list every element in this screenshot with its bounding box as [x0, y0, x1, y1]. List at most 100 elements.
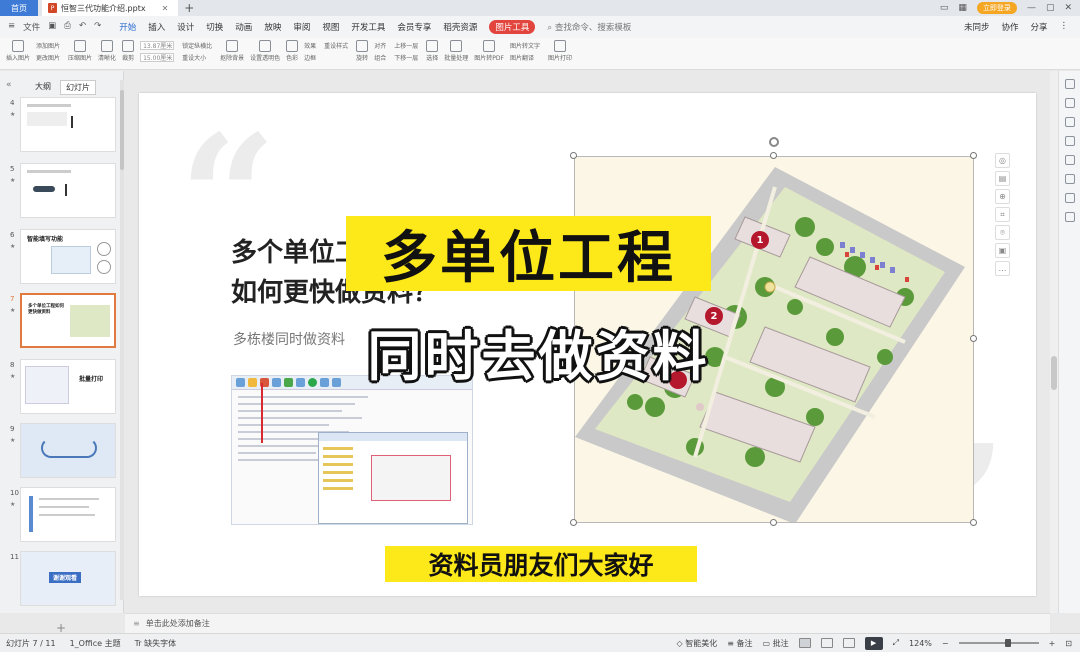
zoom-slider[interactable] [958, 639, 1039, 647]
beautify-button[interactable]: ◇ 智能美化 [677, 638, 718, 649]
slide-thumb-10[interactable]: 10 ★ [6, 487, 118, 545]
grid-icon[interactable]: ▦ [958, 3, 967, 13]
zoom-picture-icon[interactable]: ⊕ [995, 189, 1010, 204]
more-options-icon[interactable]: … [995, 261, 1010, 276]
resize-handle[interactable] [970, 519, 977, 526]
tab-insert[interactable]: 插入 [148, 21, 165, 33]
zoom-level[interactable]: 124% [909, 639, 932, 648]
new-tab-icon[interactable]: + [184, 1, 194, 15]
resize-handle[interactable] [770, 519, 777, 526]
collab-button[interactable]: 协作 [1001, 21, 1018, 33]
group-button[interactable]: 组合 [374, 53, 386, 62]
transition-icon[interactable] [1064, 155, 1075, 165]
resize-handle[interactable] [970, 335, 977, 342]
slide-thumb-11[interactable]: 11 谢谢观看 [6, 551, 118, 609]
current-slide[interactable]: “ ” 多个单位工程 如何更快做资料？ 多栋楼同时做资料 [139, 93, 1036, 596]
picture-translate-button[interactable]: 图片翻译 [510, 53, 540, 62]
send-backward-button[interactable]: 下移一层 [394, 53, 418, 62]
collapse-panel-icon[interactable]: « [6, 80, 12, 90]
panel-scrollbar[interactable] [120, 80, 124, 600]
rotate-handle-icon[interactable] [769, 137, 779, 147]
reset-style-button[interactable]: 重设样式 [324, 41, 348, 50]
menu-icon[interactable]: ≡ [8, 21, 15, 33]
reset-size-button[interactable]: 重设大小 [182, 53, 212, 62]
image-icon[interactable]: ▣ [995, 243, 1010, 258]
software-screenshot[interactable] [231, 375, 473, 525]
tab-developer[interactable]: 开发工具 [351, 21, 385, 33]
slide-thumb-4[interactable]: 4 ★ [6, 97, 118, 155]
settings-icon[interactable] [1064, 212, 1075, 222]
layout-options-icon[interactable]: ◎ [995, 153, 1010, 168]
home-tab[interactable]: 首页 [0, 0, 38, 16]
sync-button[interactable]: 未同步 [964, 21, 990, 33]
missing-font-button[interactable]: Tr 缺失字体 [135, 638, 177, 649]
notes-grip-icon[interactable]: ≡ [133, 619, 140, 628]
close-window-icon[interactable]: ✕ [1064, 3, 1072, 13]
select-icon[interactable] [1064, 79, 1075, 89]
insert-picture-button[interactable]: 插入图片 [6, 40, 30, 62]
tab-animation[interactable]: 动画 [235, 21, 252, 33]
save-icon[interactable]: ▣ [48, 21, 56, 33]
animation-pane-icon[interactable] [1064, 136, 1075, 146]
location-icon[interactable]: ⌾ [995, 225, 1010, 240]
shape-icon[interactable] [1064, 174, 1075, 184]
slide-thumb-7[interactable]: 7 ★ 多个单位工程如何更快做资料 [6, 293, 118, 351]
tab-member[interactable]: 会员专享 [397, 21, 431, 33]
crop-button[interactable]: 裁剪 [122, 40, 134, 62]
style-icon[interactable] [1064, 117, 1075, 127]
picture-to-pdf-button[interactable]: 图片转PDF [474, 40, 504, 62]
resize-handle[interactable] [770, 152, 777, 159]
print-icon[interactable]: ⎙ [64, 21, 71, 33]
sharpen-button[interactable]: 清晰化 [98, 40, 116, 62]
tab-picture-tools[interactable]: 图片工具 [489, 20, 536, 34]
tab-slideshow[interactable]: 放映 [264, 21, 281, 33]
undo-icon[interactable]: ↶ [79, 21, 86, 33]
maximize-icon[interactable]: ▢ [1046, 3, 1055, 13]
height-input[interactable]: 13.87厘米 [140, 41, 175, 50]
resize-handle[interactable] [970, 152, 977, 159]
rotate-button[interactable]: 旋转 [356, 40, 368, 62]
tab-slides[interactable]: 幻灯片 [60, 80, 96, 95]
file-menu[interactable]: 文件 [23, 21, 40, 33]
align-button[interactable]: 对齐 [374, 41, 386, 50]
compress-picture-button[interactable]: 压缩图片 [68, 40, 92, 62]
change-picture-button[interactable]: 更改图片 [36, 53, 60, 62]
notes-toggle-button[interactable]: ≡ 备注 [727, 638, 752, 649]
resize-handle[interactable] [570, 152, 577, 159]
effect-button[interactable]: 效果 [304, 41, 316, 50]
zoom-slider-knob[interactable] [1004, 639, 1011, 647]
bring-forward-button[interactable]: 上移一层 [394, 41, 418, 50]
tab-home[interactable]: 开始 [119, 21, 136, 33]
panel-scrollbar-thumb[interactable] [120, 90, 124, 170]
color-button[interactable]: 色彩 [286, 40, 298, 62]
tab-outline[interactable]: 大纲 [30, 80, 56, 95]
comments-button[interactable]: ▭ 批注 [763, 638, 789, 649]
picture-style-icon[interactable]: ▤ [995, 171, 1010, 186]
tab-review[interactable]: 审阅 [293, 21, 310, 33]
tab-transition[interactable]: 切换 [206, 21, 223, 33]
canvas-scrollbar-thumb[interactable] [1051, 356, 1057, 390]
minimize-icon[interactable]: — [1027, 3, 1036, 13]
resize-handle[interactable] [570, 519, 577, 526]
zoom-in-icon[interactable]: + [1049, 639, 1056, 648]
add-picture-button[interactable]: 添加图片 [36, 41, 60, 50]
play-slideshow-icon[interactable]: ▶ [864, 636, 883, 650]
reading-view-icon[interactable] [842, 638, 855, 648]
border-button[interactable]: 边框 [304, 53, 316, 62]
fit-slide-icon[interactable]: ⊡ [1065, 639, 1072, 648]
transparent-color-button[interactable]: 设置透明色 [250, 40, 280, 62]
login-button[interactable]: 立即登录 [976, 2, 1017, 14]
slide-thumb-9[interactable]: 9 ★ [6, 423, 118, 481]
sorter-view-icon[interactable] [820, 638, 833, 648]
width-input[interactable]: 15.00厘米 [140, 53, 175, 62]
crop-picture-icon[interactable]: ⌗ [995, 207, 1010, 222]
picture-print-button[interactable]: 图片打印 [548, 40, 572, 62]
canvas-scrollbar[interactable] [1050, 71, 1058, 613]
zoom-out-icon[interactable]: − [942, 639, 949, 648]
document-tab[interactable]: P 恒智三代功能介绍.pptx ✕ [42, 0, 179, 16]
picture-to-text-button[interactable]: 图片转文字 [510, 41, 540, 50]
batch-process-button[interactable]: 批量处理 [444, 40, 468, 62]
close-tab-icon[interactable]: ✕ [162, 4, 169, 13]
command-search[interactable]: ⌕ 查找命令、搜索模板 [547, 21, 631, 33]
layout-icon[interactable]: ▭ [940, 3, 949, 13]
